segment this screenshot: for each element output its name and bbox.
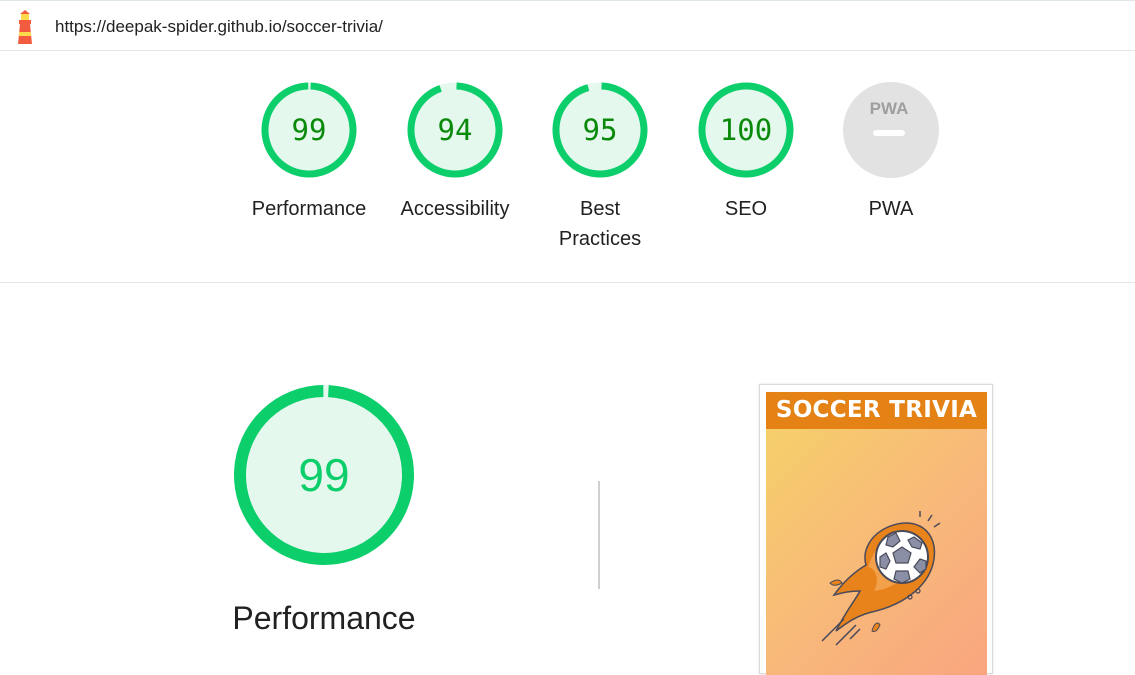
section-divider	[598, 481, 600, 589]
screenshot-header: SOCCER TRIVIA	[766, 392, 987, 429]
report-topbar: https://deepak-spider.github.io/soccer-t…	[0, 0, 1135, 51]
gauge-ring-performance: 99	[261, 82, 357, 178]
category-gauges: 99 Performance 94 Accessibility 95 Best Pract…	[0, 52, 1135, 283]
gauge-label-performance: Performance	[251, 198, 367, 220]
gauge-accessibility[interactable]: 94 Accessibility	[385, 52, 525, 224]
gauge-seo[interactable]: 100 SEO	[676, 52, 816, 224]
pwa-dash	[873, 130, 905, 136]
flaming-soccer-ball-icon	[821, 511, 941, 646]
gauge-score-best-practices: 95	[583, 113, 618, 147]
screenshot-body	[766, 429, 987, 675]
pwa-badge-icon: PWA	[843, 82, 939, 178]
report-url-link[interactable]: https://deepak-spider.github.io/soccer-t…	[55, 17, 383, 37]
gauge-ring-seo: 100	[698, 82, 794, 178]
gauge-ring-accessibility: 94	[407, 82, 503, 178]
pwa-badge-text: PWA	[870, 99, 909, 118]
gauge-score-seo: 100	[720, 113, 772, 147]
big-gauge-score: 99	[298, 449, 349, 501]
gauge-pwa[interactable]: PWA PWA	[821, 52, 961, 224]
gauge-label-best-practices: Best Practices	[558, 198, 642, 250]
gauge-label-accessibility: Accessibility	[400, 198, 510, 220]
screenshot-title: SOCCER TRIVIA	[775, 397, 978, 423]
gauge-label-seo: SEO	[724, 198, 768, 220]
gauge-performance[interactable]: 99 Performance	[239, 52, 379, 224]
gauge-ring-best-practices: 95	[552, 82, 648, 178]
performance-section-title: Performance	[232, 600, 416, 636]
gauge-score-accessibility: 94	[438, 113, 473, 147]
gauge-best-practices[interactable]: 95 Best Practices	[530, 52, 670, 254]
performance-section: 99 Performance SOCCER TRIVIA	[0, 284, 1135, 675]
gauge-score-performance: 99	[292, 113, 327, 147]
page-screenshot[interactable]: SOCCER TRIVIA	[759, 384, 993, 675]
gauge-label-pwa: PWA	[868, 198, 914, 220]
lighthouse-icon	[18, 10, 32, 44]
performance-big-gauge: 99	[234, 385, 414, 565]
